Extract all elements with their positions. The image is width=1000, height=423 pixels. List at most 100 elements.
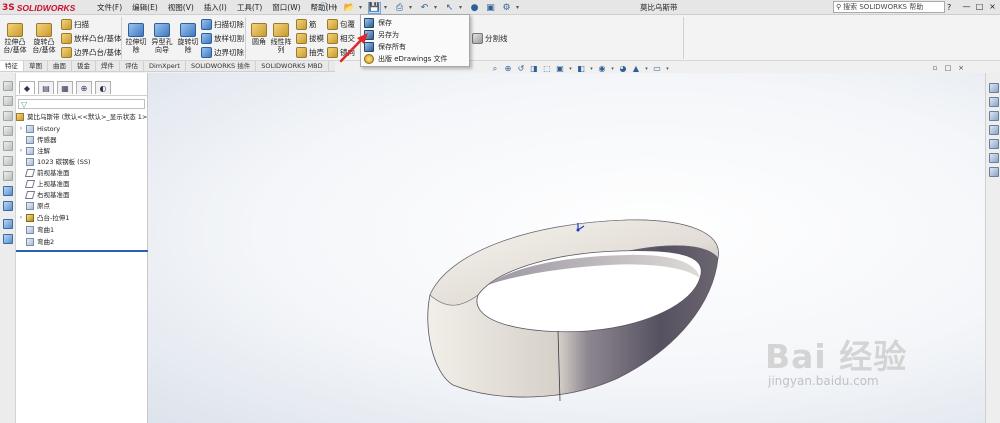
tool-icon[interactable] [3, 186, 13, 196]
tool-icon[interactable] [3, 111, 13, 121]
tree-item-annotations[interactable]: › 注解 [16, 146, 148, 156]
tool-icon[interactable] [3, 156, 13, 166]
select-arrow-icon[interactable]: ↖ [443, 2, 456, 14]
boundary-boss-button[interactable]: 边界凸台/基体 [61, 47, 122, 58]
feature-tree-tab-icon[interactable]: ◆ [19, 81, 35, 94]
configuration-tab-icon[interactable]: ▦ [57, 81, 73, 94]
tool-icon[interactable] [3, 201, 13, 211]
solidworks-resources-icon[interactable] [989, 83, 999, 93]
revolve-boss-button[interactable]: 旋转凸 台/基体 [31, 23, 57, 54]
tab-surfaces[interactable]: 曲面 [48, 61, 72, 71]
revolve-cut-button[interactable]: 旋转切 除 [175, 23, 201, 54]
view-palette-icon[interactable] [989, 125, 999, 135]
maximize-view-icon[interactable]: □ [943, 64, 953, 73]
extrude-boss-button[interactable]: 拉伸凸 台/基体 [2, 23, 28, 54]
maximize-button[interactable]: □ [973, 0, 986, 14]
help-question-icon[interactable]: ? [947, 1, 951, 14]
tree-root[interactable]: 莫比乌斯带 (默认<<默认>_显示状态 1>) [16, 112, 150, 122]
custom-properties-icon[interactable] [989, 153, 999, 163]
rib-button[interactable]: 筋 [296, 19, 317, 30]
menu-item-publish-edrawings[interactable]: 出版 eDrawings 文件 [361, 53, 469, 65]
save-icon[interactable]: 💾 [368, 1, 381, 14]
dimxpert-tab-icon[interactable]: ⊕ [76, 81, 92, 94]
forum-icon[interactable] [989, 167, 999, 177]
view-orientation-icon[interactable]: ▣ [555, 64, 565, 74]
menu-item-save[interactable]: 保存 [361, 17, 469, 29]
close-button[interactable]: × [986, 0, 999, 14]
zoom-area-icon[interactable]: ⊕ [503, 64, 513, 74]
menu-window[interactable]: 窗口(W) [267, 1, 305, 14]
view-settings-icon[interactable]: ▭ [652, 64, 662, 74]
tab-sheet-metal[interactable]: 钣金 [72, 61, 96, 71]
menu-tools[interactable]: 工具(T) [232, 1, 267, 14]
tree-item-history[interactable]: › History [16, 124, 148, 134]
tool-icon[interactable] [3, 219, 13, 229]
new-document-icon[interactable]: 🗋 [318, 2, 331, 14]
tab-mbd[interactable]: SOLIDWORKS MBD [256, 61, 329, 71]
rollback-bar[interactable] [16, 250, 148, 252]
options-gear-icon[interactable]: ⚙ [500, 2, 513, 14]
display-style-icon[interactable]: ◧ [576, 64, 586, 74]
edit-appearance-icon[interactable]: ◕ [618, 64, 628, 74]
chevron-down-icon[interactable]: ▾ [384, 4, 390, 11]
extrude-cut-button[interactable]: 拉伸切 除 [123, 23, 149, 54]
menu-item-save-as[interactable]: 另存为 [361, 29, 469, 41]
boundary-cut-button[interactable]: 边界切除 [201, 47, 244, 58]
design-library-icon[interactable] [989, 97, 999, 107]
tool-icon[interactable] [3, 126, 13, 136]
tree-item-front-plane[interactable]: 前视基准面 [16, 168, 148, 178]
tree-item-right-plane[interactable]: 右视基准面 [16, 190, 148, 200]
tree-item-flex-2[interactable]: 弯曲2 [16, 237, 148, 247]
wrap-button[interactable]: 包覆 [327, 19, 355, 30]
previous-view-icon[interactable]: ↺ [516, 64, 526, 74]
chevron-down-icon[interactable]: ▾ [665, 64, 670, 74]
appearances-icon[interactable] [989, 139, 999, 149]
chevron-down-icon[interactable]: ▾ [434, 4, 440, 11]
tool-icon[interactable] [3, 96, 13, 106]
sweep-button[interactable]: 扫描 [61, 19, 89, 30]
tab-weldments[interactable]: 焊件 [96, 61, 120, 71]
minimize-button[interactable]: — [960, 0, 973, 14]
hide-show-icon[interactable]: ◉ [597, 64, 607, 74]
shell-button[interactable]: 抽壳 [296, 47, 324, 58]
tab-evaluate[interactable]: 评估 [120, 61, 144, 71]
tool-icon[interactable] [3, 81, 13, 91]
chevron-down-icon[interactable]: ▾ [610, 64, 615, 74]
display-manager-tab-icon[interactable]: ◐ [95, 81, 111, 94]
help-search-box[interactable]: ⚲ 搜索 SOLIDWORKS 帮助 [833, 1, 945, 13]
expand-icon[interactable]: › [16, 146, 26, 156]
tool-icon[interactable] [3, 171, 13, 181]
tree-item-top-plane[interactable]: 上视基准面 [16, 179, 148, 189]
tree-item-origin[interactable]: 原点 [16, 201, 148, 211]
rebuild-icon[interactable]: ▣ [484, 2, 497, 14]
loft-boss-button[interactable]: 放样凸台/基体 [61, 33, 122, 44]
split-line-button[interactable]: 分割线 [472, 33, 508, 44]
menu-view[interactable]: 视图(V) [163, 1, 199, 14]
open-folder-icon[interactable]: 📂 [343, 2, 356, 14]
chevron-down-icon[interactable]: ▾ [334, 4, 340, 11]
tool-icon[interactable] [3, 141, 13, 151]
filter-icon[interactable]: ▽ [18, 99, 145, 109]
zoom-to-fit-icon[interactable]: ⌕ [490, 64, 500, 74]
menu-item-save-all[interactable]: 保存所有 [361, 41, 469, 53]
lofted-cut-button[interactable]: 放样切割 [201, 33, 244, 44]
draft-button[interactable]: 拔模 [296, 33, 324, 44]
chevron-down-icon[interactable]: ▾ [409, 4, 415, 11]
chevron-down-icon[interactable]: ▾ [568, 64, 573, 74]
tree-item-material[interactable]: 1023 碳钢板 (SS) [16, 157, 148, 167]
hole-wizard-button[interactable]: 异型孔 向导 [149, 23, 175, 54]
solidworks-logo[interactable]: 3S SOLIDWORKS [2, 1, 75, 14]
menu-insert[interactable]: 插入(I) [199, 1, 232, 14]
linear-pattern-button[interactable]: 线性阵 列 [268, 23, 294, 54]
section-view-icon[interactable]: ◨ [529, 64, 539, 74]
tab-dimxpert[interactable]: DimXpert [144, 61, 186, 71]
tree-item-flex-1[interactable]: 弯曲1 [16, 225, 148, 235]
swept-cut-button[interactable]: 扫描切除 [201, 19, 244, 30]
tab-sketch[interactable]: 草图 [24, 61, 48, 71]
chevron-down-icon[interactable]: ▾ [359, 4, 365, 11]
file-explorer-icon[interactable] [989, 111, 999, 121]
chevron-down-icon[interactable]: ▾ [589, 64, 594, 74]
menu-edit[interactable]: 编辑(E) [127, 1, 163, 14]
close-view-icon[interactable]: × [956, 64, 966, 73]
expand-icon[interactable]: › [16, 213, 26, 223]
